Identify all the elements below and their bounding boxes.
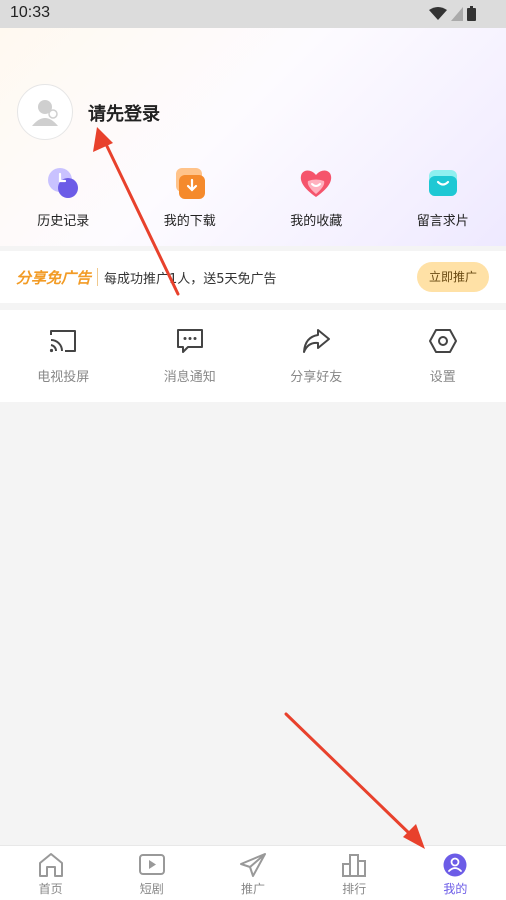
tool-share[interactable]: 分享好友 [253,310,380,402]
quick-action-favorites[interactable]: 我的收藏 [253,166,380,229]
send-icon [240,853,266,877]
tab-promote[interactable]: 推广 [202,846,303,900]
tool-label: 设置 [429,370,456,385]
quick-action-label: 我的收藏 [290,214,343,229]
tool-settings[interactable]: 设置 [380,310,506,402]
quick-action-download[interactable]: 我的下载 [127,166,254,229]
avatar[interactable] [17,84,73,140]
tool-cast[interactable]: 电视投屏 [0,310,127,402]
download-icon [175,168,205,199]
profile-header: 请先登录 历史记录 我的下载 我的收藏 留言求片 [0,28,506,246]
quick-action-label: 我的下载 [163,214,216,229]
battery-icon [467,6,476,21]
quick-action-label: 留言求片 [416,214,469,229]
status-bar: 10:33 [0,0,506,28]
wifi-icon [429,6,447,20]
cast-icon [50,330,77,353]
ranking-icon [342,854,367,877]
settings-icon [428,329,457,353]
quick-actions: 历史记录 我的下载 我的收藏 留言求片 [0,166,506,229]
message-request-icon [428,170,457,196]
tab-ranking[interactable]: 排行 [304,846,405,900]
status-icons [429,6,476,21]
quick-action-request[interactable]: 留言求片 [380,166,506,229]
tool-messages[interactable]: 消息通知 [127,310,254,402]
promo-description: 每成功推广1人，送5天免广告 [104,271,277,287]
login-prompt[interactable]: 请先登录 [88,100,160,126]
profile-icon [443,853,467,877]
message-icon [176,329,203,353]
play-icon [138,854,165,875]
tab-home[interactable]: 首页 [0,846,101,900]
quick-action-history[interactable]: 历史记录 [0,166,127,229]
tool-label: 消息通知 [163,370,216,385]
tab-label: 排行 [342,882,367,896]
tools-row: 电视投屏 消息通知 分享好友 设置 [0,310,506,402]
tab-mine[interactable]: 我的 [405,846,506,900]
share-icon [303,329,331,353]
default-avatar-icon [32,100,58,126]
signal-icon [451,6,463,21]
tab-label: 推广 [241,882,266,896]
promote-now-button[interactable]: 立即推广 [416,262,489,292]
tool-label: 分享好友 [290,370,343,385]
history-icon [48,168,79,198]
share-promo-banner: 分享免广告 每成功推广1人，送5天免广告 立即推广 [0,251,506,303]
quick-action-label: 历史记录 [37,214,90,229]
tool-label: 电视投屏 [37,370,90,385]
tab-label: 我的 [443,882,468,896]
home-icon [38,853,63,877]
tab-short-drama[interactable]: 短剧 [101,846,202,900]
favorites-icon [301,170,332,197]
bottom-tab-bar: 首页 短剧 推广 排行 我的 [0,845,506,900]
tab-label: 首页 [38,882,63,896]
promo-divider [97,268,99,286]
annotation-arrow-mine-tab [284,712,425,849]
promo-title: 分享免广告 [16,268,92,287]
status-time: 10:33 [10,4,51,21]
tab-label: 短剧 [139,882,164,896]
